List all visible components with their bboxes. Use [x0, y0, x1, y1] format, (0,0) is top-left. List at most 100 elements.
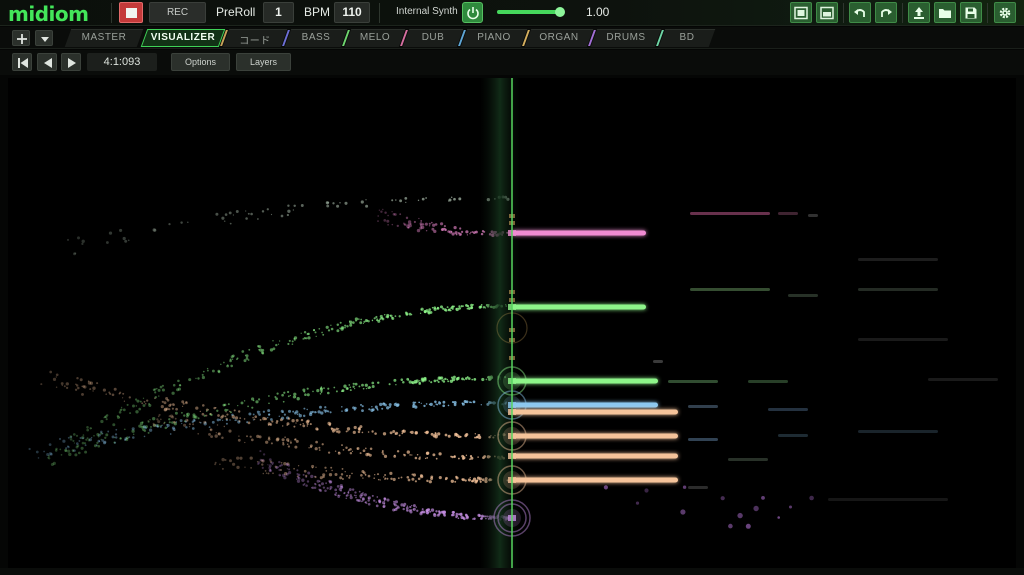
transport-bar: 4:1:093 Options Layers — [0, 50, 1024, 75]
settings-button[interactable] — [994, 2, 1016, 23]
top-toolbar: midiom REC PreRoll 1 BPM 110 Internal Sy… — [0, 0, 1024, 26]
bpm-field[interactable]: 110 — [334, 2, 370, 23]
tab-2[interactable]: コード — [220, 29, 288, 47]
visualizer-graphics — [28, 78, 998, 568]
undo-button[interactable] — [849, 2, 871, 23]
future-note — [753, 505, 759, 512]
divider — [902, 3, 903, 23]
future-note — [808, 214, 818, 217]
tab-8[interactable]: DRUMS — [588, 29, 662, 47]
future-note — [680, 509, 686, 515]
stop-icon — [126, 8, 137, 18]
track-tab-bar: MASTER VISUALIZER コード BASS MELO DUB PIANO ORGAN… — [0, 27, 1024, 49]
tab-label: PIANO — [477, 32, 511, 43]
active-note — [512, 378, 658, 384]
gear-icon — [999, 7, 1011, 19]
save-icon — [965, 7, 977, 19]
tab-6[interactable]: PIANO — [458, 29, 528, 47]
preroll-field[interactable]: 1 — [263, 2, 294, 23]
tab-label: コード — [239, 36, 271, 47]
future-note — [789, 505, 792, 509]
future-note — [778, 434, 808, 437]
divider — [111, 3, 112, 23]
future-note — [690, 212, 770, 215]
active-note — [512, 477, 678, 483]
position-display: 4:1:093 — [87, 53, 157, 71]
tab-4[interactable]: MELO — [342, 29, 406, 47]
stop-button[interactable] — [119, 2, 143, 23]
future-note — [720, 496, 725, 501]
layers-button[interactable]: Layers — [236, 53, 291, 71]
future-note — [858, 430, 938, 433]
folder-icon — [939, 9, 951, 18]
layout-wide-button[interactable] — [816, 2, 838, 23]
play-icon — [68, 58, 76, 68]
play-button[interactable] — [61, 53, 81, 71]
tab-1[interactable]: VISUALIZER — [140, 29, 226, 47]
app-logo: midiom — [8, 2, 89, 26]
visualizer-canvas[interactable] — [8, 78, 1016, 568]
future-note — [768, 408, 808, 411]
future-note — [858, 338, 948, 341]
tab-label: MELO — [359, 32, 391, 43]
future-note — [788, 294, 818, 297]
volume-slider[interactable] — [497, 7, 566, 17]
layout-panel-button[interactable] — [790, 2, 812, 23]
synth-power-button[interactable] — [462, 2, 483, 23]
future-note — [748, 380, 788, 383]
tab-3[interactable]: BASS — [282, 29, 348, 47]
open-button[interactable] — [934, 2, 956, 23]
chevron-down-icon — [41, 37, 49, 42]
tab-9[interactable]: BD — [656, 29, 716, 47]
tab-label: ORGAN — [539, 32, 579, 43]
rewind-button[interactable] — [12, 53, 32, 71]
add-track-button[interactable] — [12, 30, 30, 46]
future-note — [690, 288, 770, 291]
tab-label: DRUMS — [606, 32, 646, 43]
save-button[interactable] — [960, 2, 982, 23]
future-note — [858, 288, 938, 291]
future-note — [728, 458, 768, 461]
record-button[interactable]: REC — [149, 2, 206, 23]
future-note — [777, 516, 780, 519]
active-note — [512, 433, 678, 439]
track-menu-button[interactable] — [35, 30, 53, 46]
active-note — [512, 402, 658, 408]
future-note — [728, 523, 733, 529]
redo-button[interactable] — [875, 2, 897, 23]
options-button[interactable]: Options — [171, 53, 230, 71]
active-note — [512, 409, 678, 415]
future-note — [828, 498, 948, 501]
volume-fill — [497, 10, 561, 14]
future-note — [809, 495, 814, 501]
tab-5[interactable]: DUB — [400, 29, 464, 47]
active-note — [512, 304, 646, 310]
tab-label: BD — [679, 32, 695, 43]
future-note — [682, 485, 687, 489]
tab-label: BASS — [301, 32, 331, 43]
future-note — [688, 405, 718, 408]
preroll-label: PreRoll — [216, 5, 256, 19]
play-back-icon — [44, 58, 52, 68]
active-note — [512, 453, 678, 459]
export-button[interactable] — [908, 2, 930, 23]
redo-icon — [881, 9, 892, 17]
future-note — [737, 512, 743, 519]
step-back-button[interactable] — [37, 53, 57, 71]
future-note — [745, 523, 751, 529]
volume-handle[interactable] — [555, 7, 566, 17]
divider — [987, 3, 988, 23]
active-note — [512, 230, 646, 236]
future-note — [778, 212, 798, 215]
undo-icon — [854, 9, 865, 17]
future-note — [603, 485, 609, 490]
window-icon — [820, 6, 834, 20]
tab-label: MASTER — [81, 32, 127, 43]
tab-7[interactable]: ORGAN — [522, 29, 594, 47]
tab-0[interactable]: MASTER — [64, 29, 144, 47]
skip-start-icon — [18, 58, 28, 68]
future-note — [635, 501, 640, 505]
upload-icon — [914, 7, 924, 19]
future-note — [668, 380, 718, 383]
future-note — [653, 360, 663, 363]
